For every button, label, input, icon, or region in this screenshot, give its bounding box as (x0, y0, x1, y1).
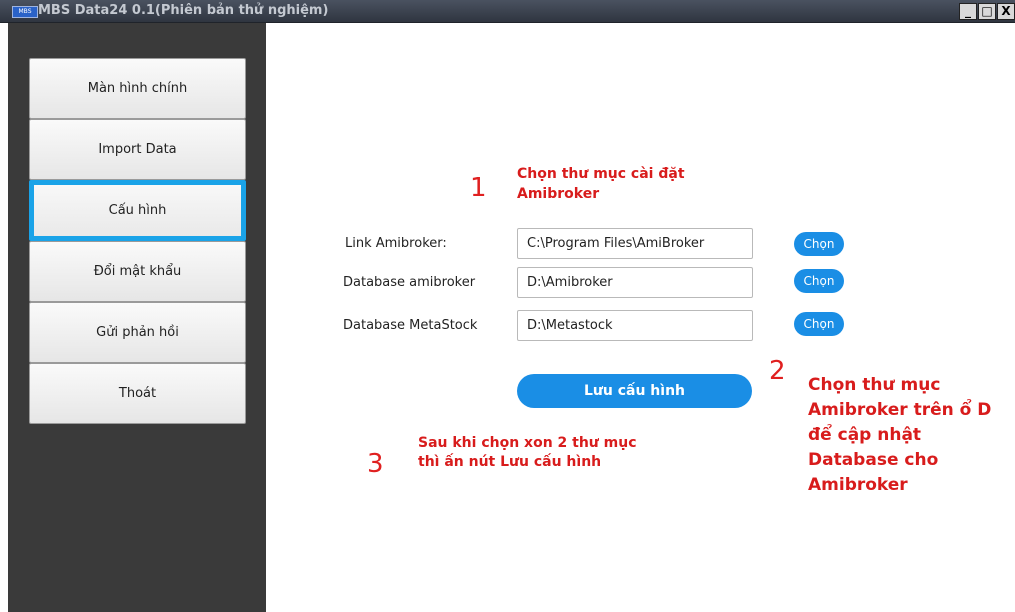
sidebar-item-change-password[interactable]: Đổi mật khẩu (29, 241, 246, 302)
database-amibroker-field[interactable]: D:\Amibroker (517, 267, 753, 298)
step-2-note: Chọn thư mục Amibroker trên ổ D để cập n… (808, 375, 992, 495)
sidebar-menu: Màn hình chính Import Data Cấu hình Đổi … (29, 58, 246, 424)
step-1-number: 1 (470, 173, 487, 203)
database-metastock-label: Database MetaStock (343, 318, 478, 333)
choose-amibroker-link-button[interactable]: Chọn (794, 232, 844, 256)
choose-database-metastock-button[interactable]: Chọn (794, 312, 844, 336)
sidebar-item-main-screen[interactable]: Màn hình chính (29, 58, 246, 119)
sidebar-item-exit[interactable]: Thoát (29, 363, 246, 424)
step-1-note: Chọn thư mục cài đặt Amibroker (517, 166, 685, 202)
window-controls: _ □ X (958, 3, 1015, 20)
settings-panel: 1 Chọn thư mục cài đặt Amibroker Link Am… (266, 23, 1015, 612)
step-2-number: 2 (769, 356, 786, 386)
sidebar-item-feedback[interactable]: Gửi phản hồi (29, 302, 246, 363)
maximize-button[interactable]: □ (978, 3, 996, 20)
save-settings-button[interactable]: Lưu cấu hình (517, 374, 752, 408)
choose-database-amibroker-button[interactable]: Chọn (794, 269, 844, 293)
sidebar-item-import-data[interactable]: Import Data (29, 119, 246, 180)
link-amibroker-label: Link Amibroker: (345, 236, 447, 251)
app-logo-icon: MBS (12, 6, 38, 18)
database-metastock-field[interactable]: D:\Metastock (517, 310, 753, 341)
link-amibroker-field[interactable]: C:\Program Files\AmiBroker (517, 228, 753, 259)
step-3-number: 3 (367, 449, 384, 479)
close-button[interactable]: X (997, 3, 1015, 20)
sidebar-item-settings[interactable]: Cấu hình (29, 180, 246, 241)
sidebar: Màn hình chính Import Data Cấu hình Đổi … (8, 23, 266, 612)
step-3-note: Sau khi chọn xon 2 thư mục thì ấn nút Lư… (418, 435, 637, 470)
minimize-button[interactable]: _ (959, 3, 977, 20)
database-amibroker-label: Database amibroker (343, 275, 476, 290)
window-title: MBS Data24 0.1(Phiên bản thử nghiệm) (38, 3, 329, 18)
title-bar: MBS MBS Data24 0.1(Phiên bản thử nghiệm)… (0, 0, 1015, 23)
